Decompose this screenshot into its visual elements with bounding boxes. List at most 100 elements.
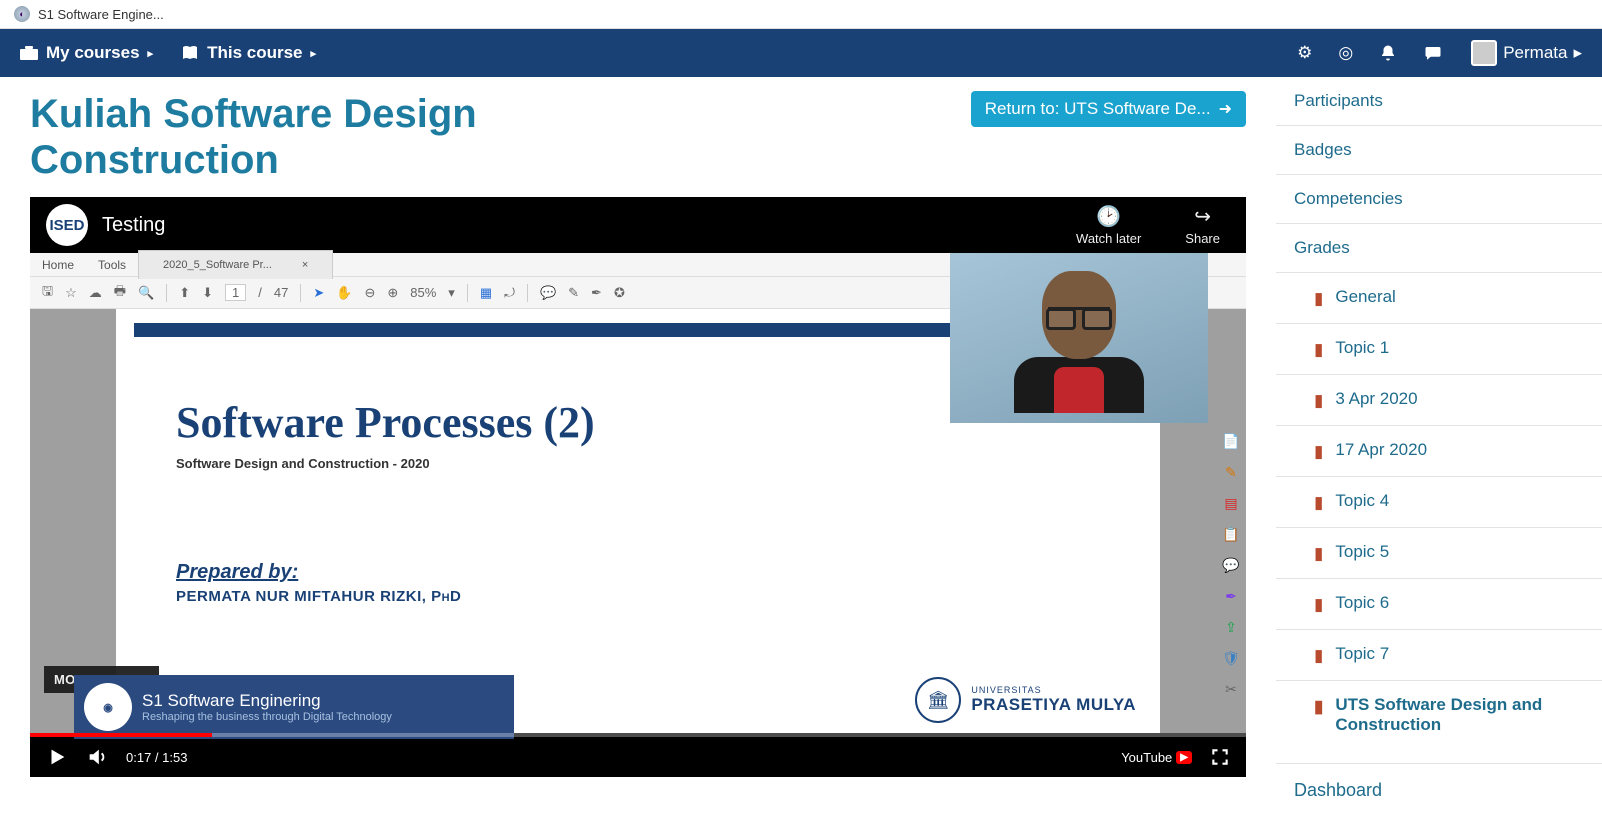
pdf-page-current[interactable]: 1 (225, 284, 246, 301)
sidebar-folder-general[interactable]: ▮ General (1276, 272, 1602, 323)
pdf-zoom[interactable]: 85% (410, 285, 436, 300)
sidebar-folder-topic1[interactable]: ▮ Topic 1 (1276, 323, 1602, 374)
target-icon[interactable]: ◎ (1338, 43, 1353, 63)
video-top-bar: ISED Testing 🕑 Watch later ↪ Share (30, 197, 1246, 253)
send-icon[interactable]: ⇪ (1225, 619, 1237, 636)
channel-badge[interactable]: ISED (46, 204, 88, 246)
nav-this-course-label: This course (207, 43, 302, 63)
pdf-page-sep: / (258, 285, 262, 300)
sidebar-folder-topic5[interactable]: ▮ Topic 5 (1276, 527, 1602, 578)
sidebar-folder-uts[interactable]: ▮ UTS Software Design and Construction (1276, 680, 1602, 749)
caret-right-icon: ▸ (311, 47, 317, 60)
clock-icon: 🕑 (1096, 204, 1121, 229)
nav-my-courses[interactable]: My courses ▸ (20, 43, 153, 63)
star-icon[interactable]: ☆ (65, 285, 77, 301)
slide-subtitle: Software Design and Construction - 2020 (176, 456, 1100, 471)
return-button-label: Return to: UTS Software De... (985, 99, 1211, 119)
volume-icon[interactable] (86, 746, 108, 768)
sign-icon[interactable]: ✒ (591, 285, 602, 301)
video-player[interactable]: ISED Testing 🕑 Watch later ↪ Share (30, 197, 1246, 777)
sidebar-dashboard[interactable]: Dashboard (1276, 763, 1602, 805)
pdf-menu-home[interactable]: Home (30, 254, 86, 276)
favicon-icon: ◐ (14, 6, 30, 22)
return-button[interactable]: Return to: UTS Software De... ➜ (971, 91, 1246, 127)
edit-pdf-icon[interactable]: ✎ (1225, 464, 1237, 481)
slide-prepared-name: PERMATA NUR MIFTAHUR RIZKI, PhD (176, 588, 1100, 605)
pdf-menu-tools[interactable]: Tools (86, 254, 138, 276)
suggested-title: S1 Software Enginering (142, 691, 392, 711)
sidebar-folder-3apr[interactable]: ▮ 3 Apr 2020 (1276, 374, 1602, 425)
folder-icon: ▮ (1314, 595, 1323, 615)
search-icon[interactable]: 🔍 (138, 285, 154, 301)
university-small: UNIVERSITAS (971, 685, 1136, 695)
youtube-icon: ▶ (1176, 751, 1192, 764)
page-down-icon[interactable]: ⬇ (202, 285, 213, 301)
university-big: PRASETIYA MULYA (971, 695, 1136, 715)
pdf-side-tools: 📄 ✎ ▤ 📋 💬 ✒ ⇪ 🛡 ✂ (1220, 433, 1242, 698)
sidebar-item-participants[interactable]: Participants (1276, 77, 1602, 125)
pointer-icon[interactable]: ➤ (313, 285, 324, 301)
highlight-icon[interactable]: ✎ (568, 285, 579, 301)
comment-icon[interactable]: 💬 (540, 285, 556, 301)
pdf-tab[interactable]: 2020_5_Software Pr... × (138, 250, 333, 279)
more-tools-icon[interactable]: ✂ (1225, 681, 1237, 698)
caret-right-icon: ▸ (1573, 43, 1582, 63)
comment2-icon[interactable]: 💬 (1222, 557, 1239, 574)
sign2-icon[interactable]: ✒ (1225, 588, 1237, 605)
save-icon[interactable]: 🖫 (42, 282, 53, 304)
bell-icon[interactable] (1379, 44, 1397, 62)
nav-this-course[interactable]: This course ▸ (181, 43, 316, 63)
folder-icon: ▮ (1314, 697, 1323, 717)
folder-icon: ▮ (1314, 493, 1323, 513)
suggested-thumb-icon: ◉ (84, 683, 132, 731)
sidebar-folder-topic6[interactable]: ▮ Topic 6 (1276, 578, 1602, 629)
sidebar-folder-17apr[interactable]: ▮ 17 Apr 2020 (1276, 425, 1602, 476)
browser-tab-title: S1 Software Engine... (38, 7, 164, 22)
university-seal-icon: 🏛 (915, 677, 961, 723)
page-up-icon[interactable]: ⬆ (179, 285, 190, 301)
organize-icon[interactable]: ▤ (1224, 495, 1237, 512)
suggested-video[interactable]: ◉ S1 Software Enginering Reshaping the b… (74, 675, 514, 739)
zoom-out-icon[interactable]: ⊖ (364, 285, 375, 301)
webcam-overlay (950, 253, 1208, 423)
sidebar-item-competencies[interactable]: Competencies (1276, 174, 1602, 223)
stamp-icon[interactable]: ✪ (614, 285, 625, 301)
watch-later-button[interactable]: 🕑 Watch later (1076, 204, 1141, 246)
youtube-link[interactable]: YouTube ▶ (1121, 750, 1192, 765)
close-icon[interactable]: × (290, 255, 320, 275)
sidebar-item-grades[interactable]: Grades (1276, 223, 1602, 272)
zoom-in-icon[interactable]: ⊕ (387, 285, 398, 301)
folder-icon: ▮ (1314, 391, 1323, 411)
rotate-icon[interactable]: ⤾ (504, 285, 515, 301)
export-icon[interactable]: 📄 (1222, 433, 1239, 450)
share-button[interactable]: ↪ Share (1185, 204, 1220, 246)
page-title: Kuliah Software Design Construction (30, 91, 730, 183)
watch-later-label: Watch later (1076, 231, 1141, 246)
print-icon[interactable]: 🖶 (114, 282, 126, 304)
suggested-subtitle: Reshaping the business through Digital T… (142, 711, 392, 723)
sidebar-folder-topic4[interactable]: ▮ Topic 4 (1276, 476, 1602, 527)
gear-icon[interactable]: ⚙ (1297, 43, 1312, 63)
chevron-down-icon[interactable]: ▾ (448, 285, 455, 301)
caret-right-icon: ▸ (148, 47, 154, 60)
sidebar-item-badges[interactable]: Badges (1276, 125, 1602, 174)
protect-icon[interactable]: 🛡 (1222, 650, 1240, 667)
layout-icon[interactable]: ▦ (480, 285, 492, 301)
fullscreen-icon[interactable] (1210, 747, 1230, 767)
folder-icon: ▮ (1314, 442, 1323, 462)
hand-icon[interactable]: ✋ (336, 285, 352, 301)
nav-user-menu[interactable]: Permata ▸ (1471, 40, 1582, 66)
video-title[interactable]: Testing (102, 214, 165, 237)
share-icon: ↪ (1194, 204, 1211, 229)
browser-tab[interactable]: ◐ S1 Software Engine... (0, 0, 1602, 29)
chat-icon[interactable] (1423, 44, 1443, 62)
sidebar-folder-topic7[interactable]: ▮ Topic 7 (1276, 629, 1602, 680)
enter-icon: ➜ (1219, 99, 1232, 119)
cloud-icon[interactable]: ☁ (89, 285, 102, 301)
top-nav: My courses ▸ This course ▸ ⚙ ◎ Permata ▸ (0, 29, 1602, 77)
play-icon[interactable] (46, 746, 68, 768)
folder-icon: ▮ (1314, 289, 1323, 309)
share-label: Share (1185, 231, 1220, 246)
avatar (1471, 40, 1497, 66)
note-icon[interactable]: 📋 (1222, 526, 1239, 543)
